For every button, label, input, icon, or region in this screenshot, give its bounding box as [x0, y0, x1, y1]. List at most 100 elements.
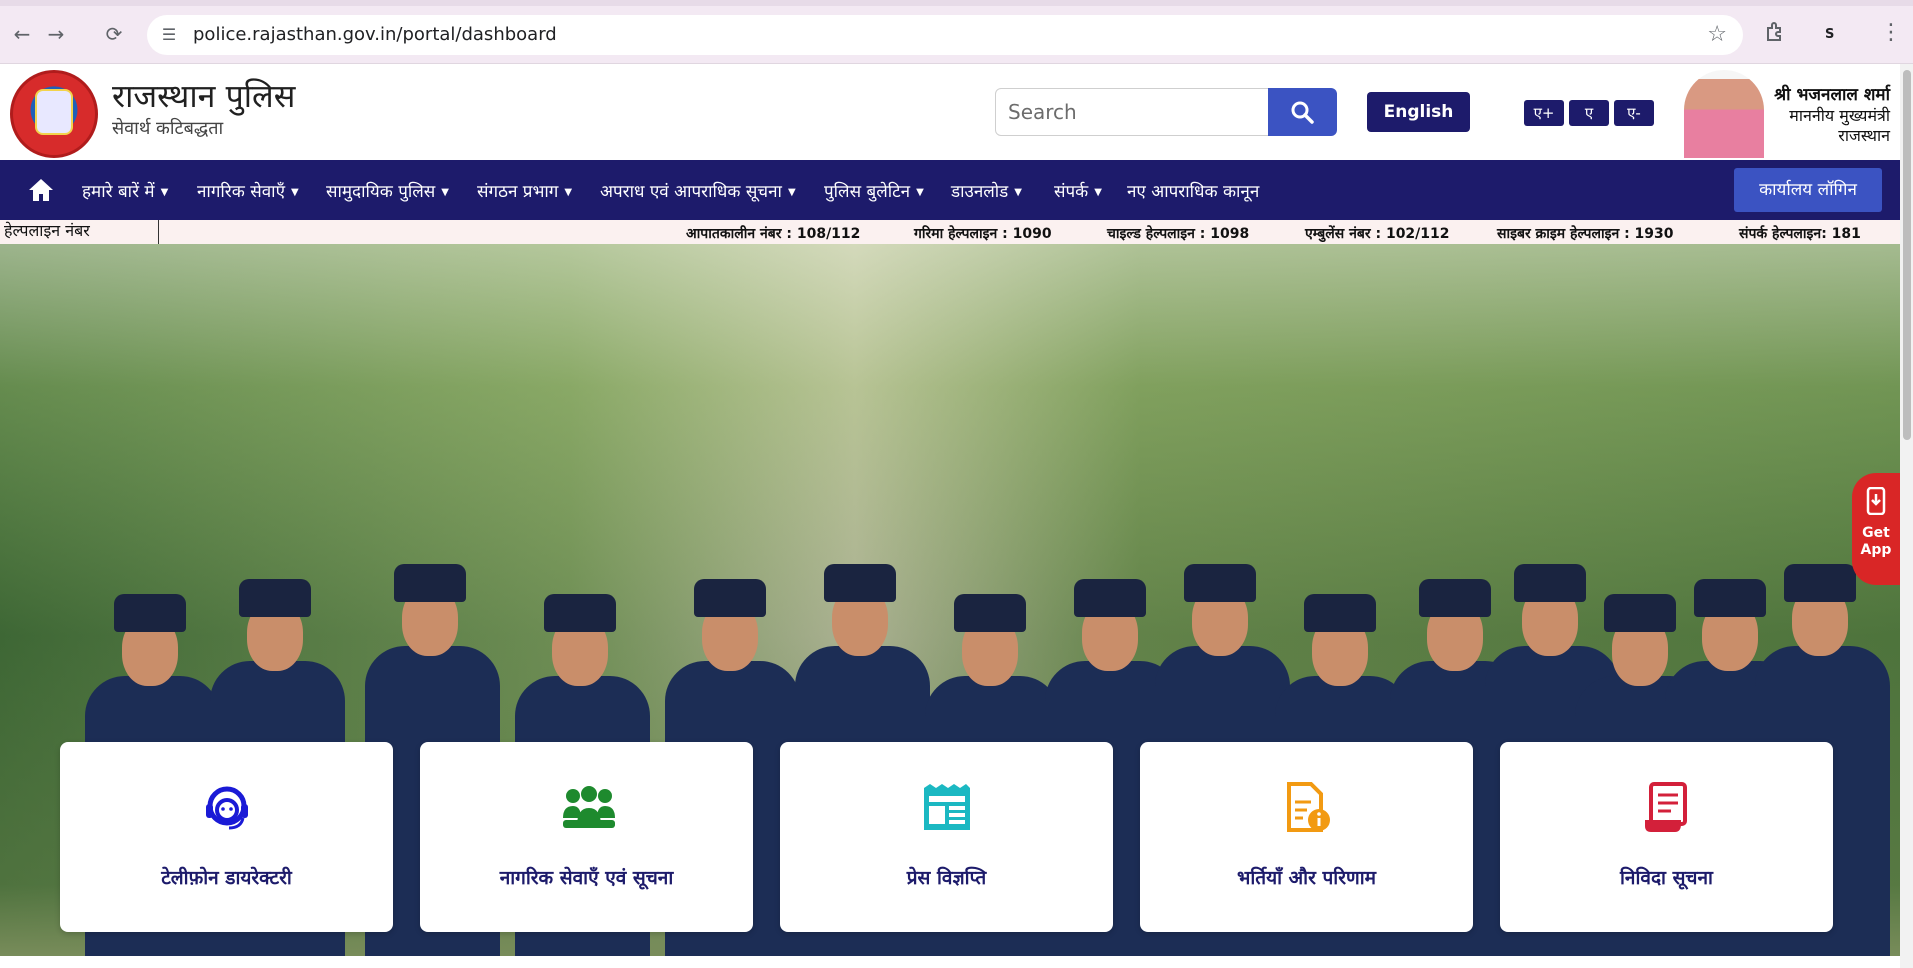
nav-item-label: हमारे बारें में	[82, 182, 155, 202]
chevron-down-icon: ▼	[290, 187, 299, 198]
card-label: भर्तियाँ और परिणाम	[1237, 867, 1376, 889]
page-bottom-strip	[0, 956, 1900, 968]
card-press-release[interactable]: प्रेस विज्ञप्ति	[780, 742, 1113, 932]
helpline-ticker: हेल्पलाइन नंबर आपातकालीन नंबर : 108/112 …	[0, 220, 1900, 244]
chevron-down-icon: ▼	[916, 187, 924, 198]
url-text[interactable]: police.rajasthan.gov.in/portal/dashboard	[193, 24, 557, 45]
nav-item-community-police[interactable]: सामुदायिक पुलिस ▼	[326, 179, 449, 202]
nav-item-label: संगठन प्रभाग	[477, 182, 559, 202]
officer-cap	[1604, 594, 1676, 632]
nav-item-label: पुलिस बुलेटिन	[824, 182, 911, 202]
back-icon[interactable]: ←	[8, 20, 36, 48]
site-info-icon[interactable]: ☰	[158, 24, 180, 46]
card-label: टेलीफ़ोन डायरेक्टरी	[161, 867, 292, 889]
helpline-cyber-crime[interactable]: साइबर क्राइम हेल्पलाइन : 1930	[1497, 224, 1674, 243]
language-toggle-button[interactable]: English	[1367, 92, 1470, 132]
officer-cap	[1184, 564, 1256, 602]
emblem-shield	[35, 89, 73, 135]
search-button[interactable]	[1268, 88, 1337, 136]
card-label: नागरिक सेवाएँ एवं सूचना	[499, 867, 674, 889]
browser-tab-strip	[0, 0, 1913, 6]
search-input[interactable]	[995, 88, 1270, 136]
chevron-down-icon: ▼	[1014, 187, 1022, 198]
nav-item-about-us[interactable]: हमारे बारें में ▼	[82, 179, 168, 202]
font-decrease-button[interactable]: ए-	[1614, 100, 1654, 126]
nav-item-label: संपर्क	[1054, 182, 1089, 202]
helpline-emergency[interactable]: आपातकालीन नंबर : 108/112	[686, 224, 860, 243]
chevron-down-icon: ▼	[160, 187, 169, 198]
card-tender-notice[interactable]: निविदा सूचना	[1500, 742, 1833, 932]
helpline-contact[interactable]: संपर्क हेल्पलाइन: 181	[1739, 224, 1861, 243]
get-app-line1: Get	[1862, 525, 1890, 541]
nav-item-crime-information[interactable]: अपराध एवं आपराधिक सूचना ▼	[600, 179, 796, 202]
site-header: राजस्थान पुलिस सेवार्थ कटिबद्धता English…	[0, 64, 1900, 160]
officer-cap	[954, 594, 1026, 632]
officer-cap	[394, 564, 466, 602]
browser-toolbar: ← → ⟳ ☰ police.rajasthan.gov.in/portal/d…	[0, 0, 1913, 64]
people-group-icon	[561, 782, 615, 834]
officer-cap	[1304, 594, 1376, 632]
chevron-down-icon: ▼	[441, 187, 449, 198]
site-title[interactable]: राजस्थान पुलिस	[112, 74, 295, 117]
nav-item-citizen-services[interactable]: नागरिक सेवाएँ ▼	[197, 179, 299, 202]
reload-icon[interactable]: ⟳	[100, 20, 128, 48]
card-recruitment-results[interactable]: भर्तियाँ और परिणाम	[1140, 742, 1473, 932]
document-info-icon	[1281, 782, 1333, 834]
home-icon[interactable]	[28, 177, 54, 203]
nav-item-download[interactable]: डाउनलोड ▼	[951, 179, 1022, 202]
helpline-ambulance[interactable]: एम्बुलेंस नंबर : 102/112	[1305, 224, 1450, 243]
card-citizen-services[interactable]: नागरिक सेवाएँ एवं सूचना	[420, 742, 753, 932]
nav-item-label: डाउनलोड	[951, 182, 1009, 202]
nav-item-organization-division[interactable]: संगठन प्रभाग ▼	[477, 179, 572, 202]
cm-state: राजस्थान	[1838, 126, 1890, 145]
browser-menu-icon[interactable]: ⋮	[1880, 20, 1902, 50]
address-bar[interactable]: ☰ police.rajasthan.gov.in/portal/dashboa…	[147, 15, 1743, 55]
rajasthan-police-emblem-icon[interactable]	[10, 70, 98, 158]
chevron-down-icon: ▼	[1094, 187, 1102, 198]
officer-cap	[239, 579, 311, 617]
helpline-child[interactable]: चाइल्ड हेल्पलाइन : 1098	[1107, 224, 1249, 243]
helpline-label: हेल्पलाइन नंबर	[4, 220, 159, 244]
tender-document-icon	[1641, 782, 1693, 834]
nav-item-contact[interactable]: संपर्क ▼	[1054, 179, 1102, 202]
nav-item-label: नागरिक सेवाएँ	[197, 182, 285, 202]
nav-item-label: अपराध एवं आपराधिक सूचना	[600, 182, 782, 202]
nav-item-label: नए आपराधिक कानून	[1127, 182, 1260, 202]
forward-icon[interactable]: →	[42, 20, 70, 48]
officer-cap	[694, 579, 766, 617]
profile-avatar-icon[interactable]: S	[1825, 20, 1855, 50]
newspaper-icon	[921, 782, 973, 834]
nav-item-label: सामुदायिक पुलिस	[326, 182, 436, 202]
font-increase-button[interactable]: ए+	[1524, 100, 1564, 126]
chevron-down-icon: ▼	[787, 187, 796, 198]
officer-cap	[544, 594, 616, 632]
font-normal-button[interactable]: ए	[1569, 100, 1609, 126]
card-label: निविदा सूचना	[1620, 867, 1713, 889]
bookmark-star-icon[interactable]: ☆	[1707, 22, 1727, 47]
get-app-label: Get App	[1852, 525, 1900, 559]
headset-icon	[201, 782, 253, 834]
nav-item-police-bulletin[interactable]: पुलिस बुलेटिन ▼	[824, 179, 924, 202]
card-label: प्रेस विज्ञप्ति	[906, 867, 987, 889]
officer-cap	[1694, 579, 1766, 617]
get-app-button[interactable]: Get App	[1852, 473, 1900, 585]
extensions-icon[interactable]	[1764, 20, 1794, 50]
search-icon	[1291, 101, 1314, 124]
cm-name: श्री भजनलाल शर्मा	[1774, 85, 1890, 105]
officer-cap	[824, 564, 896, 602]
officer-cap	[114, 594, 186, 632]
chevron-down-icon: ▼	[564, 187, 573, 198]
get-app-line2: App	[1860, 542, 1892, 558]
mobile-download-icon	[1864, 486, 1888, 516]
cm-designation: माननीय मुख्यमंत्री	[1789, 106, 1890, 125]
officer-cap	[1419, 579, 1491, 617]
office-login-button[interactable]: कार्यालय लॉगिन	[1734, 168, 1882, 212]
card-telephone-directory[interactable]: टेलीफ़ोन डायरेक्टरी	[60, 742, 393, 932]
nav-item-new-criminal-laws[interactable]: नए आपराधिक कानून	[1127, 179, 1259, 202]
officer-cap	[1784, 564, 1856, 602]
officer-cap	[1514, 564, 1586, 602]
scrollbar-thumb[interactable]	[1903, 70, 1911, 440]
officer-cap	[1074, 579, 1146, 617]
helpline-garima[interactable]: गरिमा हेल्पलाइन : 1090	[914, 224, 1052, 243]
site-tagline: सेवार्थ कटिबद्धता	[112, 118, 224, 139]
